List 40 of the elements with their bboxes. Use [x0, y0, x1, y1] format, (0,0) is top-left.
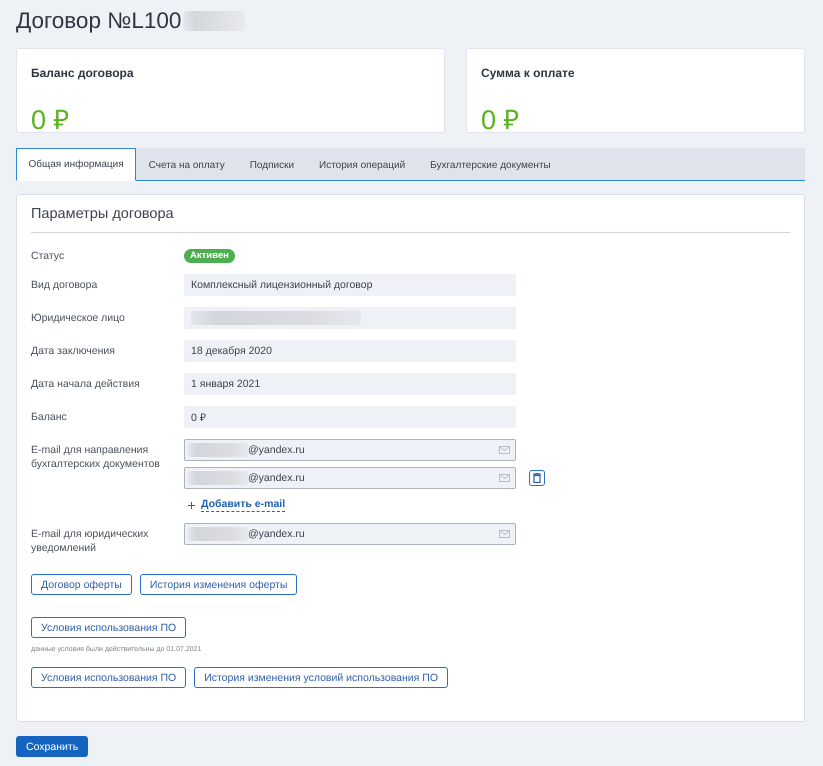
tab[interactable]: История операций: [306, 148, 418, 181]
envelope-icon: [499, 530, 510, 538]
readonly-field: 0 ₽: [184, 406, 516, 428]
envelope-icon: [499, 446, 510, 454]
field-label: E-mail для юридических уведомлений: [31, 527, 150, 555]
envelope-icon: [499, 474, 510, 482]
add-email-link[interactable]: Добавить e-mail: [201, 498, 286, 512]
readonly-field: 18 декабря 2020: [184, 340, 516, 362]
section-title: Параметры договора: [31, 206, 174, 222]
document-button[interactable]: История изменения оферты: [140, 574, 298, 595]
document-button[interactable]: История изменения условий использования ПО: [194, 667, 448, 688]
tab[interactable]: Бухгалтерские документы: [418, 148, 564, 181]
tab[interactable]: Общая информация: [16, 148, 136, 181]
field-label: Баланс: [31, 410, 67, 424]
field-label: E-mail для направления бухгалтерских документов: [31, 443, 161, 471]
page-title: Договор №L100: [16, 8, 182, 34]
card-amount: 0 ₽: [481, 104, 520, 137]
document-button[interactable]: Условия использования ПО: [31, 667, 186, 688]
plus-icon: [188, 502, 195, 508]
email-input-field[interactable]: @yandex.ru: [184, 523, 516, 545]
trash-icon: [533, 473, 541, 483]
document-button[interactable]: Договор оферты: [31, 574, 132, 595]
field-label: Юридическое лицо: [31, 311, 125, 325]
document-button[interactable]: Условия использования ПО: [31, 617, 186, 638]
status-badge: Активен: [184, 249, 235, 263]
card-label: Баланс договора: [31, 66, 134, 80]
card-label: Сумма к оплате: [481, 66, 575, 80]
email-input-field[interactable]: @yandex.ru: [184, 467, 516, 489]
field-label: Дата заключения: [31, 344, 115, 358]
card-amount: 0 ₽: [31, 104, 70, 137]
field-label: Статус: [31, 249, 64, 263]
delete-button[interactable]: [529, 470, 545, 486]
save-button[interactable]: Сохранить: [16, 736, 88, 757]
tab[interactable]: Подписки: [237, 148, 307, 181]
field-label: Дата начала действия: [31, 377, 140, 391]
readonly-field: 1 января 2021: [184, 373, 516, 395]
tab[interactable]: Счета на оплату: [136, 148, 238, 181]
field-label: Вид договора: [31, 278, 98, 292]
email-input-field[interactable]: @yandex.ru: [184, 439, 516, 461]
readonly-field: Комплексный лицензионный договор: [184, 274, 516, 296]
